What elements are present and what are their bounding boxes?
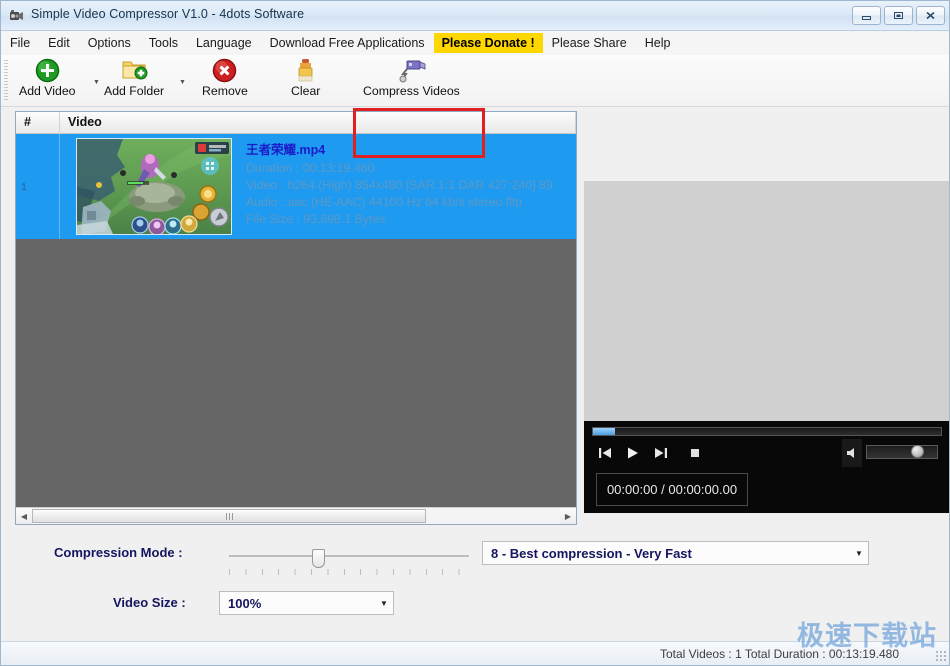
video-stream-info: Video : h264 (High) 854x480 [SAR 1:1 DAR… — [246, 177, 576, 194]
remove-icon — [212, 57, 237, 83]
compression-slider-track[interactable] — [229, 555, 469, 557]
compress-videos-button[interactable]: Compress Videos — [363, 57, 460, 98]
audio-stream-info: Audio : aac (HE-AAC) 44100 Hz 64 kb/s st… — [246, 194, 576, 211]
add-video-dropdown-arrow[interactable]: ▼ — [93, 79, 100, 86]
table-row[interactable]: 1 — [16, 134, 576, 239]
compression-mode-label: Compression Mode : — [54, 545, 183, 560]
status-text: Total Videos : 1 Total Duration : 00:13:… — [660, 647, 899, 661]
column-header-video[interactable]: Video — [60, 112, 576, 134]
video-preview-area — [584, 181, 950, 421]
remove-label: Remove — [202, 84, 248, 98]
menu-bar: File Edit Options Tools Language Downloa… — [1, 31, 950, 55]
menu-item-please-donate[interactable]: Please Donate ! — [434, 33, 543, 54]
toolbar-grip[interactable] — [4, 60, 8, 102]
compression-mode-dropdown[interactable]: 8 - Best compression - Very Fast ▼ — [482, 541, 869, 565]
stop-button[interactable] — [684, 443, 706, 463]
list-horizontal-scrollbar[interactable]: ◀ ▶ — [16, 507, 576, 524]
row-number: 1 — [16, 134, 60, 239]
video-list-header: # Video — [16, 112, 576, 134]
menu-item-please-share[interactable]: Please Share — [543, 34, 636, 53]
seek-slider[interactable] — [592, 427, 942, 436]
compression-slider-ticks — [229, 569, 469, 575]
compress-videos-highlight-box — [353, 108, 485, 158]
app-window: Simple Video Compressor V1.0 - 4dots Sof… — [0, 0, 950, 666]
compression-mode-value: 8 - Best compression - Very Fast — [483, 546, 850, 561]
play-button[interactable] — [622, 443, 644, 463]
video-duration: Duration : 00:13:19.480 — [246, 160, 576, 177]
menu-item-options[interactable]: Options — [79, 34, 140, 53]
video-size-label: Video Size : — [113, 595, 186, 610]
media-player-controls: 00:00:00 / 00:00:00.00 — [584, 421, 950, 513]
add-video-button[interactable]: Add Video — [19, 57, 76, 98]
video-filesize: File Size : 93,898.1 Bytes — [246, 211, 576, 228]
scroll-right-arrow[interactable]: ▶ — [560, 508, 576, 524]
video-size-value: 100% — [220, 596, 375, 611]
add-folder-label: Add Folder — [104, 84, 164, 98]
title-bar: Simple Video Compressor V1.0 - 4dots Sof… — [1, 1, 950, 31]
status-bar: Total Videos : 1 Total Duration : 00:13:… — [1, 641, 950, 665]
add-video-label: Add Video — [19, 84, 76, 98]
menu-item-download-free-applications[interactable]: Download Free Applications — [261, 34, 434, 53]
menu-item-file[interactable]: File — [1, 34, 39, 53]
compression-slider-thumb[interactable] — [312, 549, 325, 568]
compress-videos-icon — [396, 57, 426, 83]
menu-item-help[interactable]: Help — [636, 34, 680, 53]
minimize-button[interactable] — [852, 6, 881, 25]
row-content: 王者荣耀.mp4 Duration : 00:13:19.480 Video :… — [60, 134, 576, 239]
close-button[interactable] — [916, 6, 945, 25]
volume-knob[interactable] — [911, 445, 924, 458]
window-title: Simple Video Compressor V1.0 - 4dots Sof… — [31, 7, 304, 21]
menu-item-edit[interactable]: Edit — [39, 34, 79, 53]
remove-button[interactable]: Remove — [202, 57, 248, 98]
scroll-thumb-grip — [226, 513, 233, 520]
add-folder-dropdown-arrow[interactable]: ▼ — [179, 79, 186, 86]
video-list-panel[interactable]: # Video 1 — [15, 111, 577, 525]
add-folder-icon — [121, 57, 148, 83]
toolbar: Add Video ▼ Add Folder ▼ — [1, 55, 950, 107]
volume-slider[interactable] — [866, 445, 938, 459]
app-icon — [9, 8, 25, 24]
clear-label: Clear — [291, 84, 320, 98]
chevron-down-icon[interactable]: ▼ — [850, 549, 868, 558]
previous-button[interactable] — [594, 443, 616, 463]
clear-icon — [295, 57, 316, 83]
compression-mode-slider[interactable] — [229, 549, 469, 575]
time-display: 00:00:00 / 00:00:00.00 — [596, 473, 748, 506]
scroll-track[interactable] — [32, 508, 560, 524]
video-thumbnail — [76, 138, 232, 235]
seek-progress — [593, 428, 615, 435]
compress-videos-label: Compress Videos — [363, 84, 460, 98]
menu-item-tools[interactable]: Tools — [140, 34, 187, 53]
video-size-dropdown[interactable]: 100% ▼ — [219, 591, 394, 615]
next-button[interactable] — [650, 443, 672, 463]
window-buttons — [852, 6, 945, 25]
resize-grip[interactable] — [935, 650, 947, 662]
speaker-icon[interactable] — [842, 439, 862, 467]
scroll-left-arrow[interactable]: ◀ — [16, 508, 32, 524]
scroll-thumb[interactable] — [32, 509, 426, 523]
maximize-button[interactable] — [884, 6, 913, 25]
chevron-down-icon[interactable]: ▼ — [375, 599, 393, 608]
column-header-number[interactable]: # — [16, 112, 60, 134]
add-video-icon — [35, 57, 60, 83]
menu-item-language[interactable]: Language — [187, 34, 261, 53]
add-folder-button[interactable]: Add Folder — [104, 57, 164, 98]
clear-button[interactable]: Clear — [291, 57, 320, 98]
